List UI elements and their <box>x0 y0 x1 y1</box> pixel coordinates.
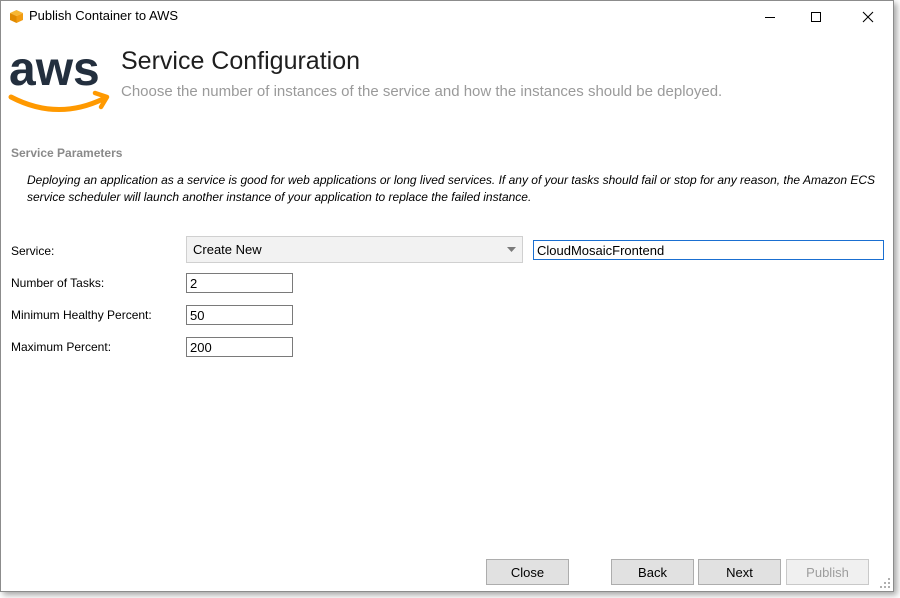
close-window-button[interactable] <box>845 1 891 33</box>
next-button[interactable]: Next <box>698 559 781 585</box>
aws-box-icon <box>9 9 24 24</box>
max-percent-label: Maximum Percent: <box>11 340 112 354</box>
resize-grip-icon[interactable] <box>879 577 891 589</box>
close-icon <box>862 11 874 23</box>
minimize-icon <box>765 17 775 18</box>
max-percent-input[interactable] <box>186 337 293 357</box>
section-label: Service Parameters <box>11 146 123 160</box>
publish-dialog: Publish Container to AWS aws Service Con… <box>0 0 894 592</box>
page-title: Service Configuration <box>121 47 361 75</box>
title-bar: Publish Container to AWS <box>1 1 893 33</box>
back-button[interactable]: Back <box>611 559 694 585</box>
chevron-down-icon <box>507 247 516 252</box>
svg-text:aws: aws <box>9 45 100 96</box>
page-subtitle: Choose the number of instances of the se… <box>121 83 723 100</box>
maximize-icon <box>811 12 821 22</box>
tasks-label: Number of Tasks: <box>11 276 105 290</box>
tasks-input[interactable] <box>186 273 293 293</box>
close-button[interactable]: Close <box>486 559 569 585</box>
service-select[interactable]: Create New <box>186 236 523 263</box>
min-healthy-label: Minimum Healthy Percent: <box>11 308 152 322</box>
aws-logo: aws <box>8 45 110 112</box>
section-description: Deploying an application as a service is… <box>27 173 876 204</box>
minimize-button[interactable] <box>747 1 793 33</box>
publish-button[interactable]: Publish <box>786 559 869 585</box>
service-select-value: Create New <box>193 242 262 257</box>
service-label: Service: <box>11 244 55 258</box>
service-name-input[interactable] <box>533 240 884 260</box>
min-healthy-input[interactable] <box>186 305 293 325</box>
maximize-button[interactable] <box>793 1 839 33</box>
window-title: Publish Container to AWS <box>29 8 179 23</box>
